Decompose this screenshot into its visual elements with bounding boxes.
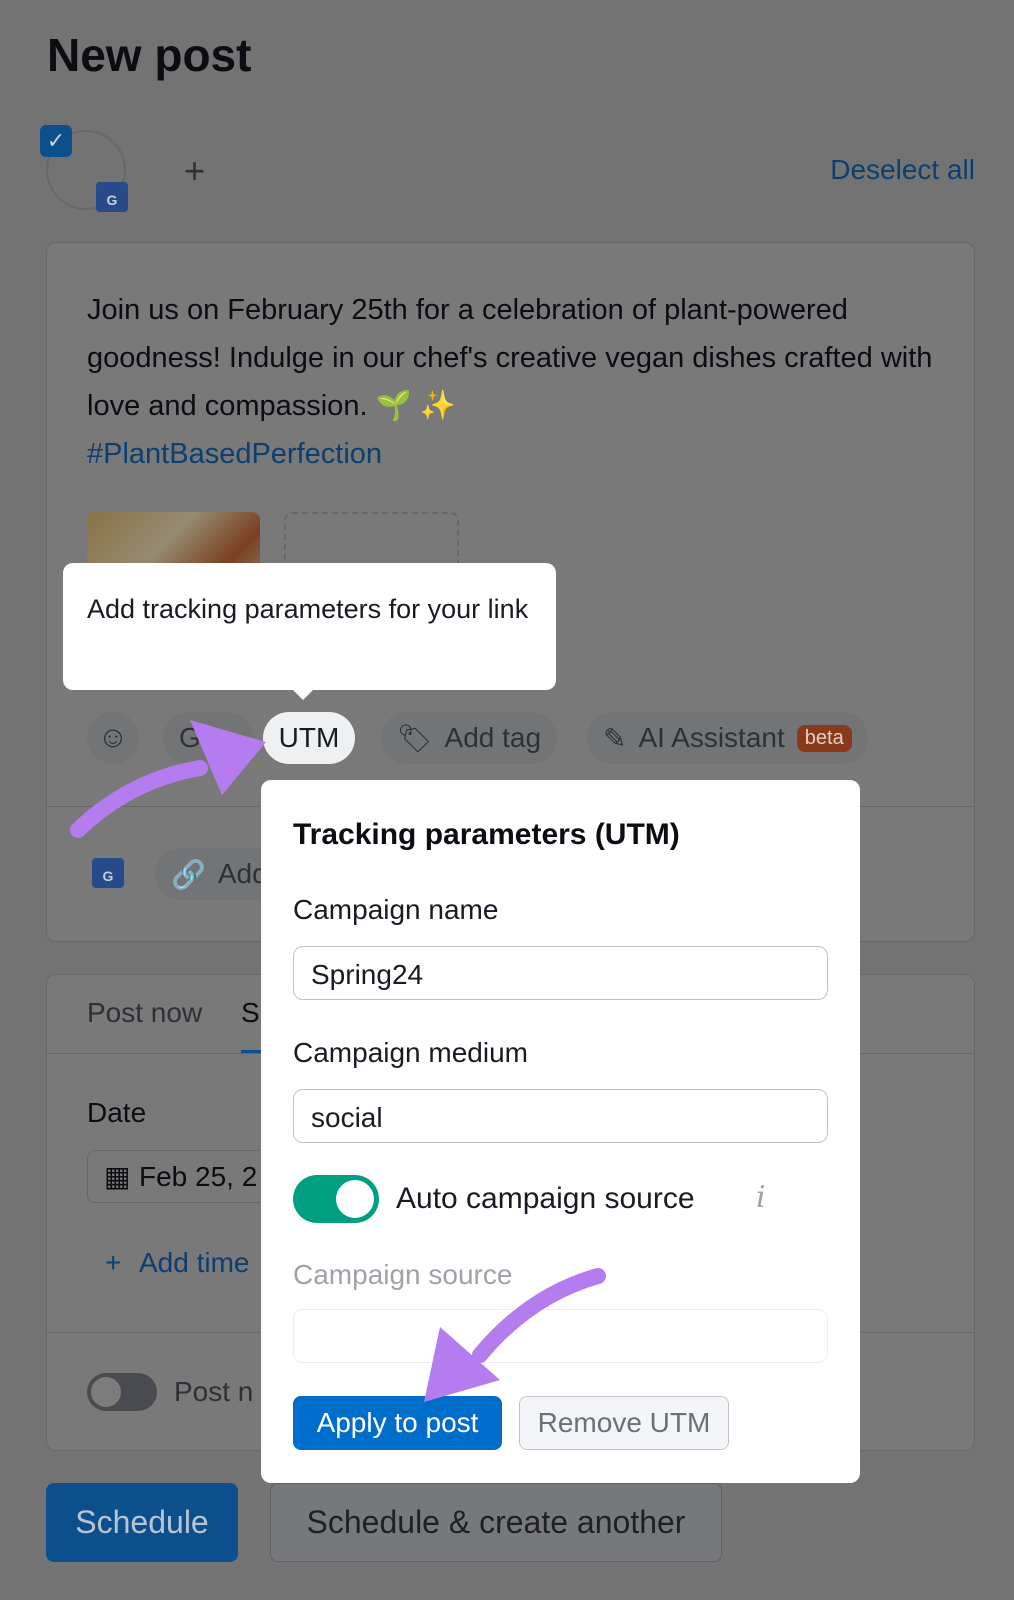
add-time-plus-icon[interactable]: +: [105, 1247, 121, 1279]
calendar-icon: ▦: [104, 1161, 131, 1192]
tab-post-now[interactable]: Post now: [87, 997, 202, 1029]
utm-popup: Tracking parameters (UTM) Campaign name …: [261, 780, 860, 1483]
post-body: Join us on February 25th for a celebrati…: [87, 294, 933, 422]
date-label: Date: [87, 1097, 147, 1128]
ai-assistant-label: AI Assistant: [638, 722, 785, 753]
add-tag-button[interactable]: 🏷 Add tag: [381, 712, 558, 764]
google-business-icon: G: [92, 858, 124, 888]
emoji-icon: ☺: [97, 721, 129, 754]
link-icon: 🔗: [171, 858, 206, 890]
post-now-toggle-label: Post n: [174, 1376, 254, 1407]
post-now-toggle[interactable]: [87, 1373, 157, 1411]
utm-tooltip: Add tracking parameters for your link: [63, 563, 556, 700]
campaign-medium-input[interactable]: social: [293, 1089, 828, 1143]
tag-icon: 🏷: [397, 722, 433, 754]
date-value: Feb 25, 2: [139, 1161, 258, 1192]
gif-button[interactable]: GI: [163, 712, 253, 764]
utm-label: UTM: [278, 722, 340, 753]
utm-popup-title: Tracking parameters (UTM): [293, 818, 680, 851]
campaign-medium-label: Campaign medium: [293, 1037, 528, 1068]
campaign-source-input: [293, 1309, 828, 1363]
checkbox-icon[interactable]: ✓: [40, 125, 72, 157]
ai-assistant-button[interactable]: ✎ AI Assistant beta: [587, 712, 868, 764]
auto-campaign-source-label: Auto campaign source: [396, 1182, 695, 1215]
deselect-all-link[interactable]: Deselect all: [830, 154, 975, 186]
page-title: New post: [47, 29, 252, 81]
campaign-source-label: Campaign source: [293, 1259, 513, 1290]
add-profile-button[interactable]: +: [184, 150, 205, 192]
schedule-and-create-another-button[interactable]: Schedule & create another: [270, 1483, 722, 1562]
hashtag: #PlantBasedPerfection: [87, 438, 383, 470]
campaign-name-input[interactable]: Spring24: [293, 946, 828, 1000]
utm-button[interactable]: UTM: [263, 712, 355, 764]
add-tag-label: Add tag: [444, 722, 542, 753]
apply-to-post-button[interactable]: Apply to post: [293, 1396, 502, 1450]
schedule-button[interactable]: Schedule: [46, 1483, 238, 1562]
add-time-link[interactable]: Add time: [139, 1247, 250, 1279]
tab-schedule[interactable]: S: [241, 997, 260, 1029]
remove-utm-button[interactable]: Remove UTM: [519, 1396, 729, 1450]
gif-label: GI: [179, 722, 209, 753]
emoji-button[interactable]: ☺: [87, 712, 139, 764]
post-text[interactable]: Join us on February 25th for a celebrati…: [87, 286, 947, 478]
google-business-icon: G: [96, 182, 128, 212]
beta-badge: beta: [796, 724, 852, 752]
campaign-name-label: Campaign name: [293, 894, 499, 925]
magic-wand-icon: ✎: [603, 722, 627, 754]
info-icon[interactable]: i: [756, 1180, 766, 1215]
auto-campaign-source-toggle[interactable]: [293, 1175, 379, 1223]
